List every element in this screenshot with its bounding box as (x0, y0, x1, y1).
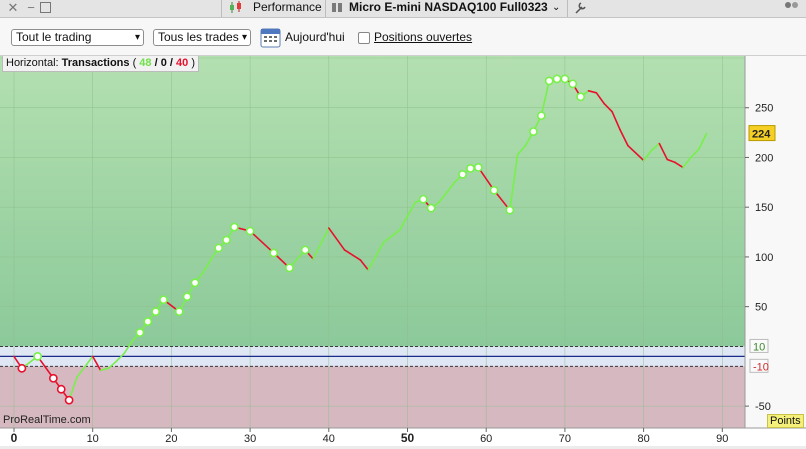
trade-marker (544, 76, 554, 86)
trade-marker (466, 163, 475, 173)
y-tick-label: -50 (755, 401, 771, 413)
trade-marker (229, 222, 239, 232)
legend-prefix: Horizontal: (6, 57, 59, 69)
y-tick-label: 50 (755, 302, 767, 314)
legend-slash: / (169, 57, 173, 69)
trade-marker (576, 92, 586, 102)
trade-marker (214, 243, 224, 253)
x-tick-label: 0 (11, 431, 18, 445)
trade-marker (418, 194, 428, 204)
trade-marker (135, 328, 145, 337)
loss-zone (0, 366, 745, 428)
trade-marker (33, 351, 43, 361)
legend-close-paren: ) (191, 57, 196, 69)
separator (567, 0, 568, 17)
filter-toolbar: Tout le trading ▾ Tous les trades ▾ Aujo… (0, 18, 806, 56)
candlestick-icon (229, 0, 243, 17)
trade-marker (560, 74, 570, 84)
trade-marker (489, 185, 499, 195)
y-tick-label: 250 (755, 103, 773, 115)
minimize-icon[interactable]: − (24, 0, 38, 17)
profit-zone (0, 56, 745, 347)
trade-marker (190, 278, 200, 288)
x-tick-label: 10 (87, 433, 99, 445)
window-title-bar: ✕ − Performance Micro E-mini NASDAQ100 F… (0, 0, 806, 18)
trade-marker (174, 307, 184, 317)
x-tick-label: 70 (559, 433, 571, 445)
chevron-down-icon: ▾ (134, 32, 140, 43)
trade-marker (143, 317, 153, 326)
trade-marker (17, 363, 27, 373)
trade-marker (568, 79, 578, 89)
x-tick-label: 60 (480, 433, 492, 445)
trade-marker (182, 292, 192, 302)
trade-marker (269, 248, 279, 258)
trading-scope-value: Tout le trading (16, 30, 92, 44)
x-tick-label: 30 (244, 433, 256, 445)
legend-slash: / (154, 57, 158, 69)
trade-marker (222, 235, 231, 245)
maximize-icon[interactable] (40, 2, 51, 19)
separator (325, 0, 326, 17)
trade-marker (245, 226, 255, 236)
more-icon[interactable] (782, 0, 802, 17)
trade-marker (426, 203, 436, 213)
y-tick-label: 150 (755, 202, 773, 214)
close-icon[interactable]: ✕ (6, 0, 20, 17)
trade-marker (48, 373, 58, 383)
performance-label[interactable]: Performance (253, 0, 322, 17)
trade-marker (64, 395, 74, 405)
instrument-selector[interactable]: Micro E-mini NASDAQ100 Full0323 (349, 0, 548, 17)
chart-background (0, 56, 806, 446)
trade-marker (536, 111, 546, 121)
trade-marker (151, 307, 161, 317)
date-range-label[interactable]: Aujourd'hui (285, 30, 345, 44)
wrench-icon[interactable] (574, 0, 588, 17)
chevron-down-icon: ▾ (241, 32, 247, 43)
open-positions-label[interactable]: Positions ouvertes (374, 30, 472, 44)
legend-neutral: 0 (160, 57, 167, 69)
trades-filter-value: Tous les trades (158, 30, 239, 44)
open-positions-checkbox[interactable] (358, 32, 370, 44)
trade-marker (552, 74, 562, 84)
threshold-upper-label: 10 (753, 341, 765, 353)
x-tick-label: 40 (323, 433, 335, 445)
y-tick-label: 100 (755, 252, 773, 264)
trade-marker (505, 205, 515, 215)
performance-chart: 250 200 150 100 50 -50 0 10 20 30 40 50 60 70 80 90 10 -1… (0, 56, 806, 446)
x-tick-label: 90 (716, 433, 728, 445)
trade-marker (300, 245, 310, 255)
chart-legend: Horizontal: Transactions ( 48 / 0 / 40 ) (2, 56, 200, 72)
trade-marker (473, 163, 483, 172)
chart-canvas: 250 200 150 100 50 -50 0 10 20 30 40 50 60 70 80 90 10 -1… (0, 56, 806, 446)
trades-filter-select[interactable]: Tous les trades ▾ (153, 29, 251, 46)
trade-marker (529, 127, 538, 136)
x-tick-label: 20 (165, 433, 177, 445)
separator (221, 0, 222, 17)
watermark: ProRealTime.com (3, 414, 91, 426)
current-value-label: 224 (752, 129, 771, 141)
x-tick-label: 80 (637, 433, 649, 445)
x-tick-label: 50 (401, 431, 415, 445)
legend-series-name: Transactions (61, 57, 130, 69)
trade-marker (285, 263, 294, 273)
instrument-icon (331, 0, 343, 17)
legend-wins: 48 (139, 57, 152, 69)
trade-marker (159, 295, 168, 305)
trade-marker (56, 384, 66, 394)
calendar-icon[interactable] (260, 27, 281, 51)
trading-scope-select[interactable]: Tout le trading ▾ (11, 29, 144, 46)
trade-marker (458, 169, 467, 179)
units-badge: Points (767, 414, 804, 428)
legend-losses: 40 (176, 57, 189, 69)
y-tick-label: 200 (755, 152, 773, 164)
chevron-down-icon[interactable]: ⌄ (552, 0, 560, 17)
threshold-lower-label: -10 (753, 361, 769, 373)
legend-open-paren: ( (132, 57, 137, 69)
